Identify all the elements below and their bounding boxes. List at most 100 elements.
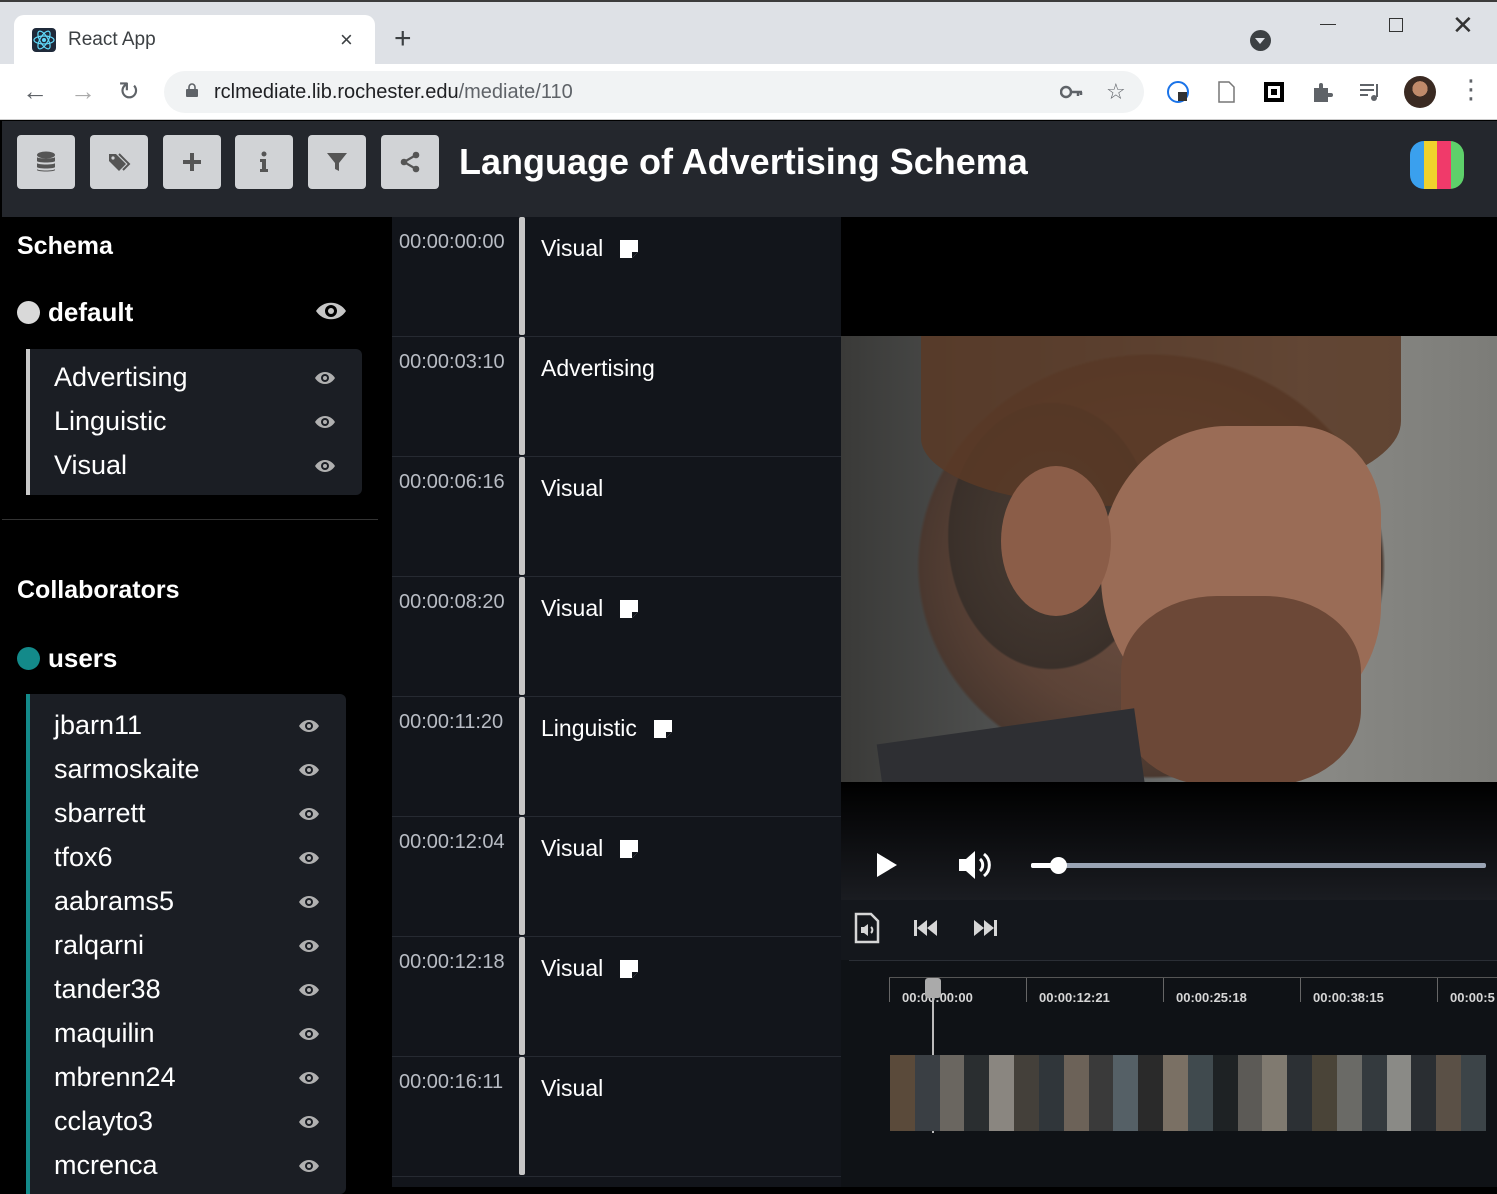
annotation-bar[interactable] <box>519 577 525 695</box>
collaborator-item[interactable]: tfox6 <box>30 836 346 880</box>
schema-item-advertising[interactable]: Advertising <box>30 356 362 400</box>
extensions-puzzle-icon[interactable] <box>1310 80 1334 104</box>
playhead-handle[interactable] <box>925 978 941 998</box>
annotation-bar[interactable] <box>519 697 525 815</box>
url-text: rclmediate.lib.rochester.edu/mediate/110 <box>214 81 573 104</box>
annotation-row[interactable]: 00:00:16:11 Visual <box>392 1057 841 1177</box>
eye-icon[interactable] <box>298 806 320 822</box>
annotation-bar[interactable] <box>519 457 525 575</box>
annotation-bar[interactable] <box>519 937 525 1055</box>
extension-2-icon[interactable] <box>1262 80 1286 104</box>
bookmark-star-icon[interactable]: ☆ <box>1106 79 1126 105</box>
collaborator-item[interactable]: ralqarni <box>30 924 346 968</box>
eye-icon[interactable] <box>298 1158 320 1174</box>
collaborator-item[interactable]: mcrenca <box>30 1144 346 1188</box>
note-icon[interactable] <box>619 599 639 619</box>
timeline-tick-label: 00:00:25:18 <box>1176 990 1247 1005</box>
back-icon[interactable]: ← <box>22 76 48 107</box>
play-icon[interactable] <box>877 853 897 877</box>
annotation-bar[interactable] <box>519 337 525 455</box>
collaborator-item[interactable]: sarmoskaite <box>30 748 346 792</box>
schema-group-default[interactable]: default <box>17 297 133 328</box>
collaborator-item[interactable]: sbarrett <box>30 792 346 836</box>
thumbnail-frame <box>1063 1055 1089 1131</box>
collab-group-users[interactable]: users <box>17 643 117 674</box>
collaborator-item[interactable]: maquilin <box>30 1012 346 1056</box>
eye-icon[interactable] <box>314 414 336 430</box>
frame-shape <box>1001 466 1111 616</box>
filter-button[interactable] <box>308 135 366 189</box>
reload-icon[interactable]: ↻ <box>118 76 140 107</box>
eye-icon[interactable] <box>298 938 320 954</box>
minimize-icon[interactable] <box>1320 24 1336 25</box>
note-icon[interactable] <box>619 239 639 259</box>
eye-icon[interactable] <box>298 1070 320 1086</box>
schema-item-visual[interactable]: Visual <box>30 444 362 488</box>
thumbnail-frame <box>1212 1055 1238 1131</box>
annotation-bar[interactable] <box>519 1057 525 1175</box>
collaborator-item[interactable]: tander38 <box>30 968 346 1012</box>
eye-icon[interactable] <box>298 894 320 910</box>
share-button[interactable] <box>381 135 439 189</box>
annotation-row[interactable]: 00:00:08:20 Visual <box>392 577 841 697</box>
timeline-tick <box>1026 978 1027 1002</box>
eye-icon[interactable] <box>298 1114 320 1130</box>
info-button[interactable] <box>235 135 293 189</box>
tab-close-icon[interactable]: × <box>340 27 353 53</box>
collaborator-name: tfox6 <box>54 842 113 872</box>
tags-button[interactable] <box>90 135 148 189</box>
collaborator-item[interactable]: aabrams5 <box>30 880 346 924</box>
annotation-category: Visual <box>541 955 639 982</box>
address-bar[interactable]: rclmediate.lib.rochester.edu/mediate/110… <box>164 71 1144 113</box>
eye-icon[interactable] <box>298 1026 320 1042</box>
annotation-row[interactable]: 00:00:03:10 Advertising <box>392 337 841 457</box>
timeline[interactable]: 00:00:00:0000:00:12:2100:00:25:1800:00:3… <box>841 960 1497 1187</box>
database-button[interactable] <box>17 135 75 189</box>
schema-item-linguistic[interactable]: Linguistic <box>30 400 362 444</box>
extension-1-icon[interactable] <box>1166 80 1190 104</box>
key-icon[interactable] <box>1060 84 1084 100</box>
new-tab-button[interactable]: + <box>394 24 412 54</box>
seek-bar[interactable] <box>1031 857 1486 874</box>
browser-menu-icon[interactable]: ⋮ <box>1458 74 1484 105</box>
eye-icon[interactable] <box>298 982 320 998</box>
annotation-category: Visual <box>541 595 639 622</box>
collaborator-item[interactable]: jbarn11 <box>30 704 346 748</box>
skip-forward-button[interactable] <box>967 910 1003 946</box>
media-control-icon[interactable] <box>1358 80 1382 104</box>
tab-search-icon[interactable] <box>1250 30 1271 51</box>
skip-back-button[interactable] <box>908 910 944 946</box>
page-icon[interactable] <box>1214 80 1238 104</box>
browser-tab[interactable]: React App × <box>14 15 375 66</box>
annotation-bar[interactable] <box>519 817 525 935</box>
eye-icon[interactable] <box>314 370 336 386</box>
window-close-icon[interactable]: ✕ <box>1452 10 1474 41</box>
eye-icon[interactable] <box>298 762 320 778</box>
collaborator-item[interactable]: cclayto3 <box>30 1100 346 1144</box>
note-icon[interactable] <box>619 839 639 859</box>
add-button[interactable] <box>163 135 221 189</box>
annotation-category: Visual <box>541 1075 603 1102</box>
eye-icon[interactable] <box>314 458 336 474</box>
eye-icon[interactable] <box>298 718 320 734</box>
annotation-row[interactable]: 00:00:11:20 Linguistic <box>392 697 841 817</box>
profile-avatar[interactable] <box>1404 76 1436 108</box>
annotation-row[interactable]: 00:00:12:04 Visual <box>392 817 841 937</box>
annotation-row[interactable]: 00:00:06:16 Visual <box>392 457 841 577</box>
logo-stripe <box>1450 141 1464 189</box>
seek-handle[interactable] <box>1050 857 1068 874</box>
annotation-row[interactable]: 00:00:00:00 Visual <box>392 217 841 337</box>
eye-icon[interactable] <box>298 850 320 866</box>
timeline-separator <box>849 960 1497 961</box>
annotation-bar[interactable] <box>519 217 525 335</box>
collaborator-item[interactable]: mbrenn24 <box>30 1056 346 1100</box>
eye-icon[interactable] <box>315 300 347 322</box>
note-icon[interactable] <box>619 959 639 979</box>
note-icon[interactable] <box>653 719 673 739</box>
audio-file-button[interactable] <box>849 910 885 946</box>
maximize-icon[interactable] <box>1389 18 1403 32</box>
annotation-row[interactable]: 00:00:12:18 Visual <box>392 937 841 1057</box>
video-frame[interactable] <box>841 336 1497 782</box>
volume-icon[interactable] <box>957 848 993 882</box>
forward-icon[interactable]: → <box>70 76 96 107</box>
